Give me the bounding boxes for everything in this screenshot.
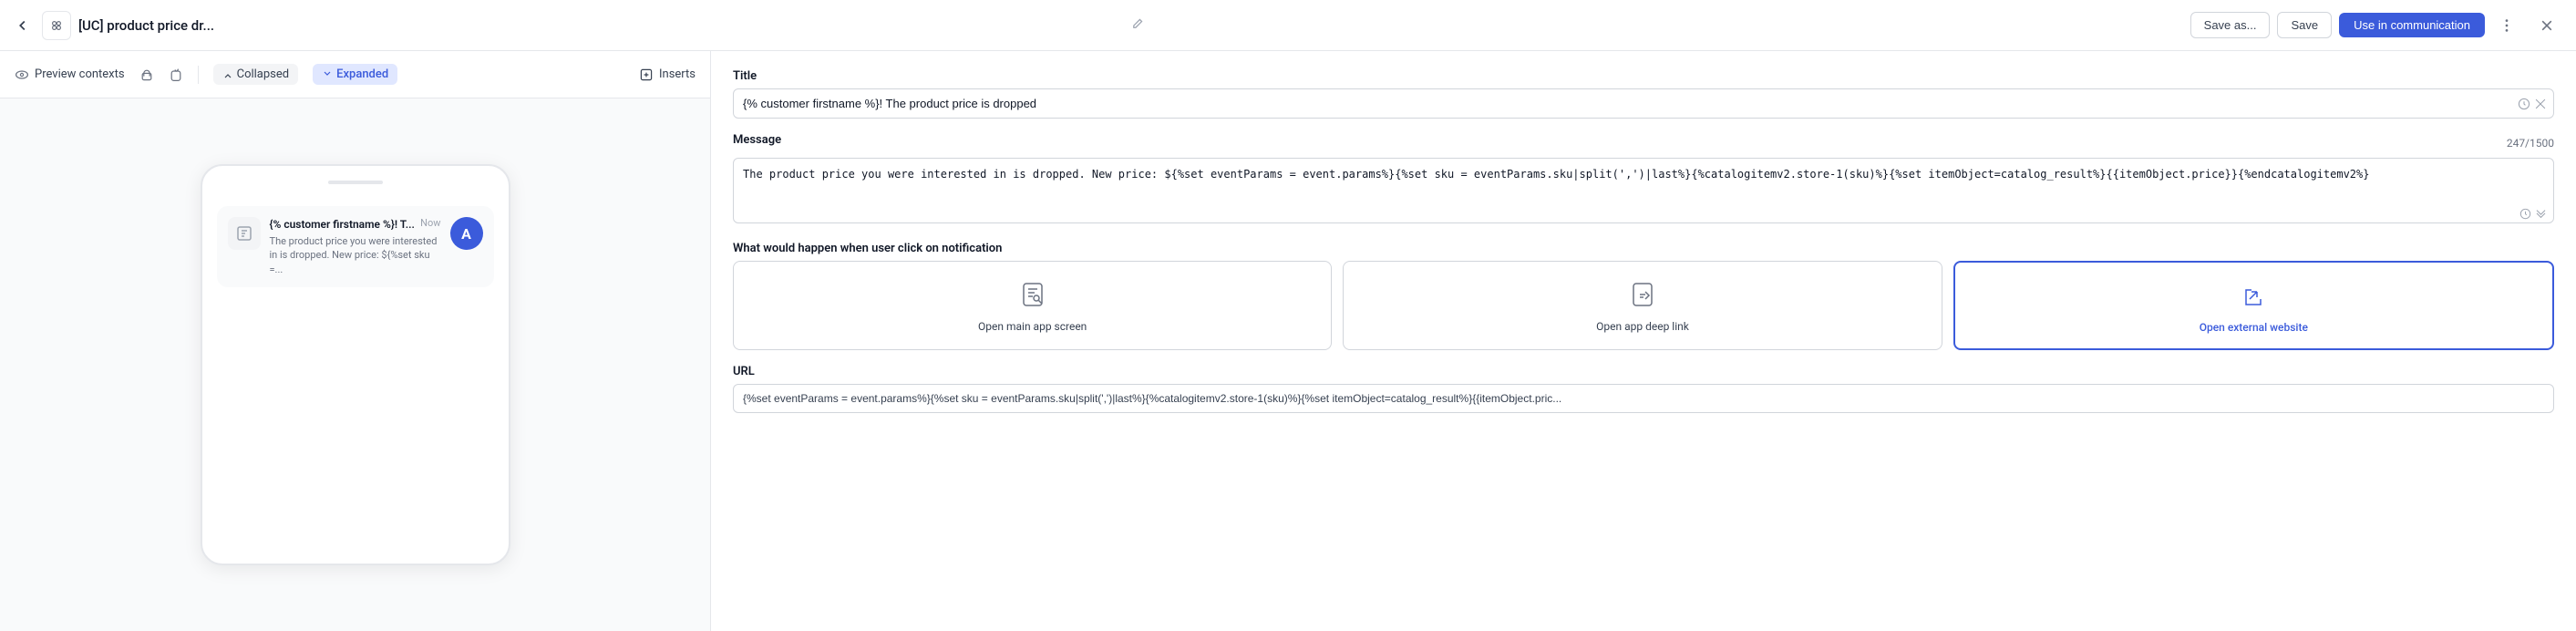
title-input[interactable] <box>733 88 2554 119</box>
close-button[interactable] <box>2532 11 2561 40</box>
inserts-button[interactable]: Inserts <box>639 67 696 82</box>
phone-preview: {% customer firstname %}! T... Now The p… <box>0 98 710 631</box>
main-area: Preview contexts Collapsed <box>0 51 2576 631</box>
save-button[interactable]: Save <box>2277 12 2332 38</box>
title-input-wrapper <box>733 88 2554 119</box>
char-count: 247/1500 <box>2507 137 2554 150</box>
left-toolbar: Preview contexts Collapsed <box>0 51 710 98</box>
avatar-letter: A <box>461 225 471 243</box>
more-options-button[interactable] <box>2492 11 2521 40</box>
external-website-icon <box>2235 277 2272 314</box>
url-field-group: URL <box>733 365 2554 413</box>
message-textarea-wrapper: The product price you were interested in… <box>733 158 2554 227</box>
notif-body: The product price you were interested in… <box>270 234 441 276</box>
message-label-row: Message 247/1500 <box>733 133 2554 152</box>
url-label: URL <box>733 365 2554 378</box>
collapsed-label: Collapsed <box>237 67 290 81</box>
click-option-main-app[interactable]: Open main app screen <box>733 261 1332 350</box>
ios-icon-item[interactable] <box>169 67 183 82</box>
title-field-group: Title <box>733 69 2554 119</box>
url-input[interactable] <box>733 384 2554 413</box>
top-nav: [UC] product price dr... Save as... Save… <box>0 0 2576 51</box>
deep-link-icon <box>1624 276 1661 313</box>
message-textarea-icons <box>2519 208 2547 220</box>
right-panel: Title Message 247/1500 The p <box>711 51 2576 631</box>
notif-app-icon <box>228 217 261 250</box>
nav-icon-button[interactable] <box>42 11 71 40</box>
inserts-label: Inserts <box>659 67 696 81</box>
click-section-label: What would happen when user click on not… <box>733 242 2554 255</box>
click-option-external-website[interactable]: Open external website <box>1953 261 2554 350</box>
main-app-icon <box>1015 276 1051 313</box>
deep-link-label: Open app deep link <box>1596 320 1689 333</box>
message-field-group: Message 247/1500 The product price you w… <box>733 133 2554 227</box>
click-option-deep-link[interactable]: Open app deep link <box>1343 261 1942 350</box>
toolbar-separator <box>198 66 199 84</box>
notif-time: Now <box>420 217 440 229</box>
message-textarea[interactable]: The product price you were interested in… <box>733 158 2554 223</box>
notif-header: {% customer firstname %}! T... Now <box>270 217 441 233</box>
phone-notch <box>328 181 383 184</box>
preview-contexts-label: Preview contexts <box>35 67 125 81</box>
notif-title: {% customer firstname %}! T... <box>270 217 415 233</box>
notif-avatar: A <box>450 217 483 250</box>
page-title: [UC] product price dr... <box>78 17 1124 34</box>
expanded-button[interactable]: Expanded <box>313 64 397 85</box>
edit-title-icon[interactable] <box>1131 16 1144 34</box>
notification-card: {% customer firstname %}! T... Now The p… <box>217 206 494 287</box>
left-panel: Preview contexts Collapsed <box>0 51 711 631</box>
click-behavior-group: What would happen when user click on not… <box>733 242 2554 350</box>
expanded-label: Expanded <box>336 67 388 81</box>
external-website-label: Open external website <box>2200 321 2308 334</box>
title-label: Title <box>733 69 2554 83</box>
phone-frame: {% customer firstname %}! T... Now The p… <box>201 164 510 565</box>
nav-actions: Save as... Save Use in communication <box>2190 11 2561 40</box>
main-app-label: Open main app screen <box>978 320 1087 333</box>
message-label: Message <box>733 133 781 147</box>
preview-contexts-item[interactable]: Preview contexts <box>15 67 125 82</box>
use-in-communication-button[interactable]: Use in communication <box>2339 13 2485 37</box>
title-input-icons <box>2518 98 2547 110</box>
back-button[interactable] <box>15 17 31 34</box>
android-icon-item[interactable] <box>139 67 154 82</box>
click-options: Open main app screen Open app deep link <box>733 261 2554 350</box>
collapsed-button[interactable]: Collapsed <box>213 64 299 85</box>
save-as-button[interactable]: Save as... <box>2190 12 2271 38</box>
notif-content: {% customer firstname %}! T... Now The p… <box>270 217 441 276</box>
